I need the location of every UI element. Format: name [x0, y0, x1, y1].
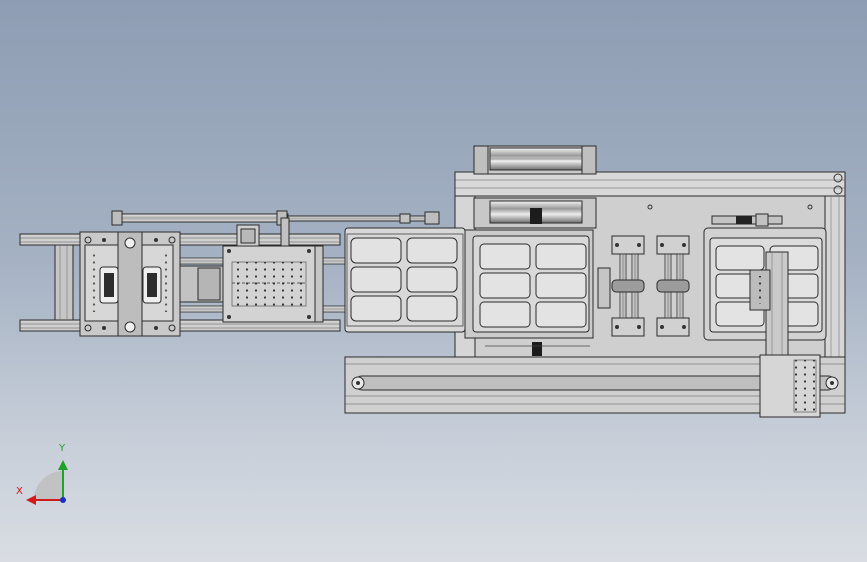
x-axis-label: X	[16, 486, 23, 497]
y-axis-label: Y	[59, 443, 66, 454]
top-pneumatic-cylinder	[111, 210, 440, 226]
cad-viewport[interactable]: X Y	[0, 0, 867, 562]
assembly-model[interactable]	[0, 0, 867, 562]
coordinate-triad	[26, 460, 68, 505]
tray-center	[464, 229, 594, 356]
mid-roller	[473, 197, 597, 229]
bottom-belt-actuator	[344, 354, 846, 418]
tray-left	[344, 227, 466, 333]
left-clamp-carriage	[79, 231, 181, 337]
linear-bearing-block	[597, 235, 690, 337]
z-axis-dot	[60, 497, 66, 503]
top-roller-module	[473, 145, 597, 175]
